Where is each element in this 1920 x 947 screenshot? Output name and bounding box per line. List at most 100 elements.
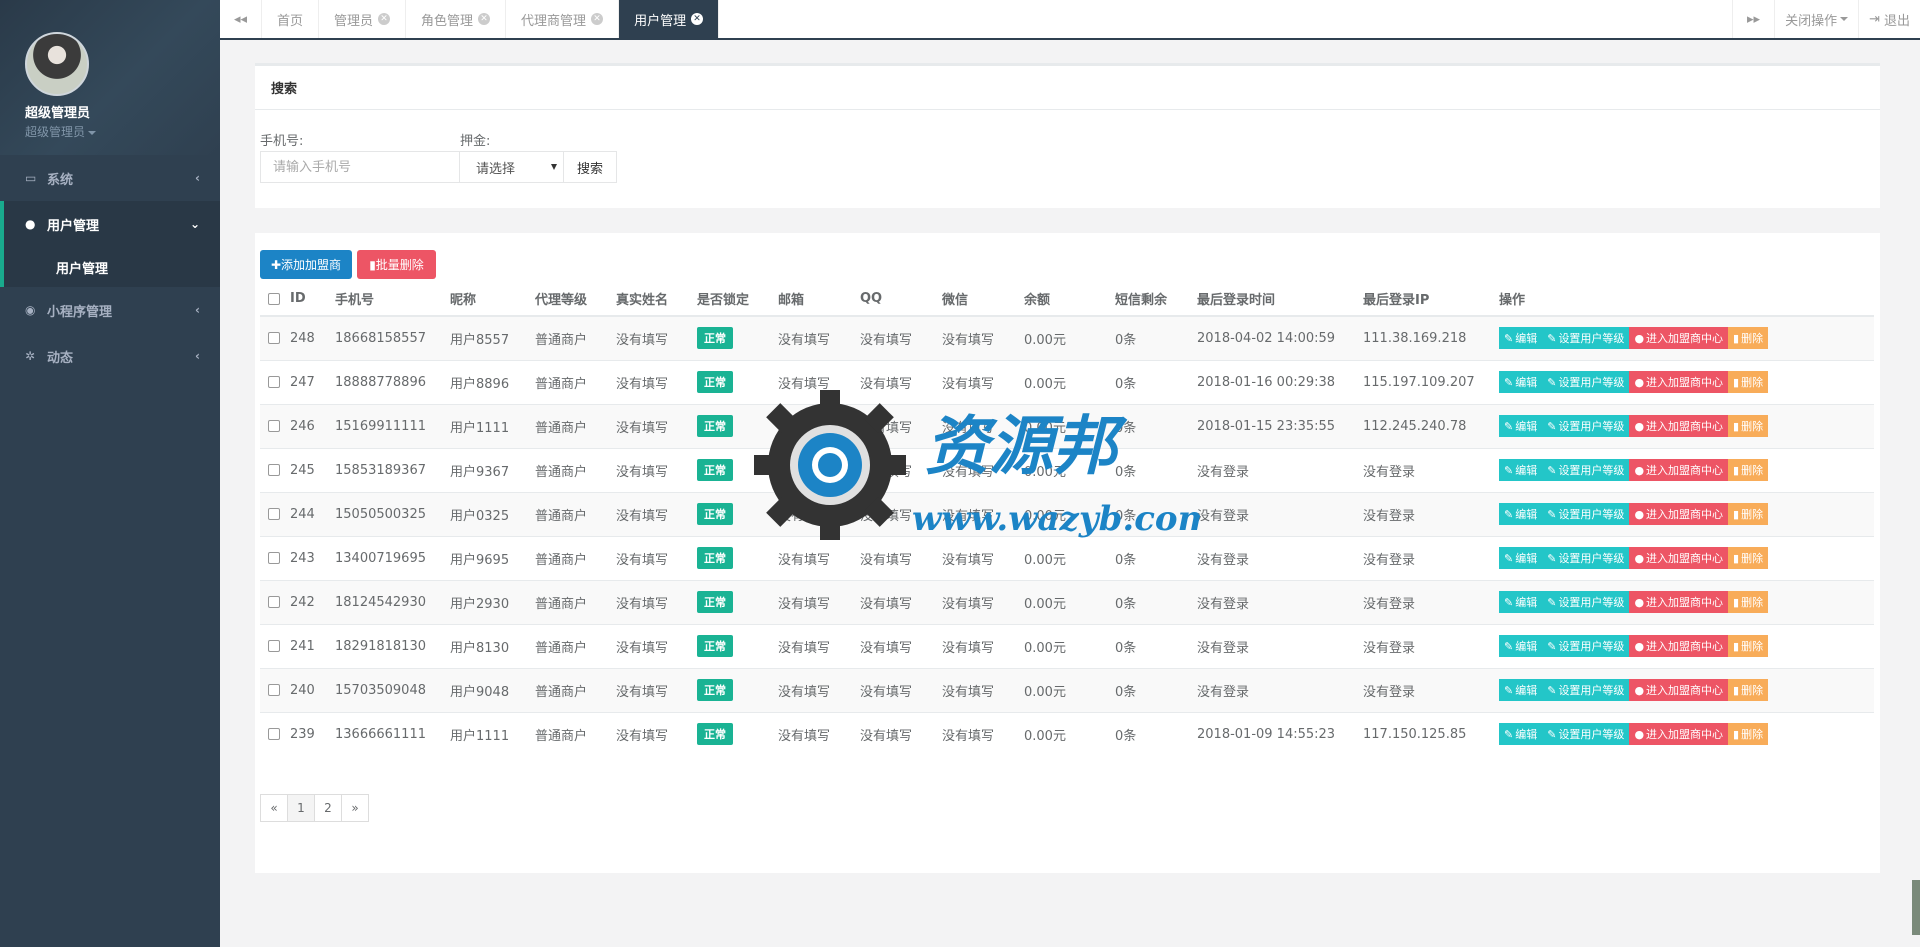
row-checkbox[interactable] (268, 508, 280, 520)
search-button[interactable]: 搜索 (563, 151, 617, 183)
set-level-button-label: 设置用户等级 (1558, 332, 1625, 346)
row-checkbox[interactable] (268, 376, 280, 388)
cell-lock: 正常 (697, 315, 778, 360)
row-checkbox[interactable] (268, 420, 280, 432)
set-level-button[interactable]: ✎ 设置用户等级 (1542, 371, 1630, 393)
enter-franchise-center-button[interactable]: ● 进入加盟商中心 (1629, 371, 1729, 393)
tab-agent-management[interactable]: 代理商管理 ✕ (506, 0, 620, 38)
pagination-prev[interactable]: « (260, 794, 288, 822)
table-row: 244 15050500325 用户0325 普通商户 没有填写 正常 没有填写 没有填写 没有… (260, 491, 1874, 536)
delete-button[interactable]: ▮ 删除 (1728, 723, 1769, 746)
enter-franchise-center-button[interactable]: ● 进入加盟商中心 (1629, 415, 1729, 437)
enter-franchise-center-button[interactable]: ● 进入加盟商中心 (1629, 679, 1729, 701)
row-select-cell (260, 711, 290, 756)
sidebar-item-user-management[interactable]: ● 用户管理 ⌄ (0, 201, 220, 247)
edit-button[interactable]: ✎ 编辑 (1499, 371, 1543, 393)
tab-role-management[interactable]: 角色管理 ✕ (406, 0, 507, 38)
cell-ip: 115.197.109.207 (1363, 359, 1499, 404)
delete-button[interactable]: ▮ 删除 (1728, 327, 1769, 350)
add-franchisee-button[interactable]: ✚ 添加加盟商 (260, 250, 352, 279)
cell-name: 没有填写 (616, 623, 697, 668)
sidebar-item-miniprogram[interactable]: ◉ 小程序管理 ‹ (0, 287, 220, 333)
edit-button[interactable]: ✎ 编辑 (1499, 327, 1543, 350)
table-row: 248 18668158557 用户8557 普通商户 没有填写 正常 没有填写 没有填写 没有… (260, 315, 1874, 360)
delete-button[interactable]: ▮ 删除 (1728, 459, 1769, 481)
sidebar-item-dynamic[interactable]: ✲ 动态 ‹ (0, 333, 220, 379)
pagination-next[interactable]: » (341, 794, 369, 822)
row-checkbox[interactable] (268, 464, 280, 476)
phone-search-input[interactable] (260, 151, 460, 183)
edit-button[interactable]: ✎ 编辑 (1499, 635, 1543, 657)
trash-icon: ▮ (1733, 683, 1740, 697)
avatar[interactable] (25, 32, 89, 96)
cell-phone: 15169911111 (335, 403, 450, 448)
delete-button[interactable]: ▮ 删除 (1728, 547, 1769, 569)
row-checkbox[interactable] (268, 332, 280, 345)
enter-franchise-center-button[interactable]: ● 进入加盟商中心 (1629, 459, 1729, 481)
cell-level: 普通商户 (535, 579, 616, 624)
row-checkbox[interactable] (268, 640, 280, 652)
cell-ip: 没有登录 (1363, 667, 1499, 712)
scrollbar[interactable] (1912, 880, 1920, 935)
edit-icon: ✎ (1547, 331, 1557, 345)
set-level-button[interactable]: ✎ 设置用户等级 (1542, 591, 1630, 613)
tab-user-management[interactable]: 用户管理 ✕ (619, 0, 720, 38)
enter-franchise-center-button[interactable]: ● 进入加盟商中心 (1629, 635, 1729, 657)
edit-button[interactable]: ✎ 编辑 (1499, 415, 1543, 437)
edit-icon: ✎ (1504, 375, 1514, 389)
tab-label: 代理商管理 (521, 13, 587, 29)
set-level-button[interactable]: ✎ 设置用户等级 (1542, 547, 1630, 569)
row-checkbox[interactable] (268, 552, 280, 564)
close-icon[interactable]: ✕ (378, 13, 391, 25)
close-icon[interactable]: ✕ (478, 13, 491, 25)
cell-phone: 15853189367 (335, 447, 450, 492)
set-level-button[interactable]: ✎ 设置用户等级 (1542, 679, 1630, 701)
row-checkbox[interactable] (268, 596, 280, 608)
pagination-page-2[interactable]: 2 (314, 794, 342, 822)
delete-button[interactable]: ▮ 删除 (1728, 679, 1769, 701)
trash-icon: ▮ (1733, 507, 1740, 521)
set-level-button[interactable]: ✎ 设置用户等级 (1542, 459, 1630, 481)
enter-franchise-center-button[interactable]: ● 进入加盟商中心 (1629, 547, 1729, 569)
edit-button[interactable]: ✎ 编辑 (1499, 591, 1543, 613)
set-level-button[interactable]: ✎ 设置用户等级 (1542, 635, 1630, 657)
scroll-tabs-right-button[interactable]: ▸▸ (1732, 0, 1774, 38)
edit-button[interactable]: ✎ 编辑 (1499, 459, 1543, 481)
delete-button[interactable]: ▮ 删除 (1728, 591, 1769, 613)
deposit-select[interactable]: 请选择 (459, 151, 564, 183)
pagination-page-1[interactable]: 1 (287, 794, 315, 822)
set-level-button-label: 设置用户等级 (1558, 684, 1625, 697)
row-checkbox[interactable] (268, 728, 280, 741)
cell-actions: ✎ 编辑 ✎ 设置用户等级 ● 进入加盟商中心 ▮ 删除 (1499, 711, 1874, 756)
set-level-button[interactable]: ✎ 设置用户等级 (1542, 503, 1630, 525)
enter-franchise-center-button[interactable]: ● 进入加盟商中心 (1629, 503, 1729, 525)
close-icon[interactable]: ✕ (691, 13, 704, 25)
scroll-tabs-left-button[interactable]: ◂◂ (220, 0, 262, 38)
sidebar-item-system[interactable]: ▭ 系统 ‹ (0, 155, 220, 201)
edit-button[interactable]: ✎ 编辑 (1499, 547, 1543, 569)
batch-delete-button[interactable]: ▮ 批量删除 (357, 250, 436, 279)
row-checkbox[interactable] (268, 684, 280, 696)
delete-button[interactable]: ▮ 删除 (1728, 635, 1769, 657)
tab-home[interactable]: 首页 (262, 0, 320, 38)
enter-franchise-center-button[interactable]: ● 进入加盟商中心 (1629, 723, 1729, 746)
close-icon[interactable]: ✕ (591, 13, 604, 25)
edit-button[interactable]: ✎ 编辑 (1499, 503, 1543, 525)
edit-button[interactable]: ✎ 编辑 (1499, 723, 1543, 746)
set-level-button[interactable]: ✎ 设置用户等级 (1542, 723, 1630, 746)
sidebar-subitem-user-management[interactable]: 用户管理 (0, 247, 220, 287)
profile-role-dropdown[interactable]: 超级管理员 (25, 123, 220, 140)
delete-button[interactable]: ▮ 删除 (1728, 503, 1769, 525)
logout-button[interactable]: ⇥ 退出 (1858, 0, 1920, 38)
delete-button[interactable]: ▮ 删除 (1728, 415, 1769, 437)
edit-button[interactable]: ✎ 编辑 (1499, 679, 1543, 701)
delete-button[interactable]: ▮ 删除 (1728, 371, 1769, 393)
enter-franchise-center-button[interactable]: ● 进入加盟商中心 (1629, 591, 1729, 613)
tab-admin[interactable]: 管理员 ✕ (319, 0, 407, 38)
set-level-button[interactable]: ✎ 设置用户等级 (1542, 327, 1630, 350)
enter-franchise-center-button[interactable]: ● 进入加盟商中心 (1629, 327, 1729, 350)
close-operations-dropdown[interactable]: 关闭操作 (1774, 0, 1858, 38)
select-all-checkbox[interactable] (268, 292, 280, 305)
edit-icon: ✎ (1504, 727, 1514, 741)
set-level-button[interactable]: ✎ 设置用户等级 (1542, 415, 1630, 437)
